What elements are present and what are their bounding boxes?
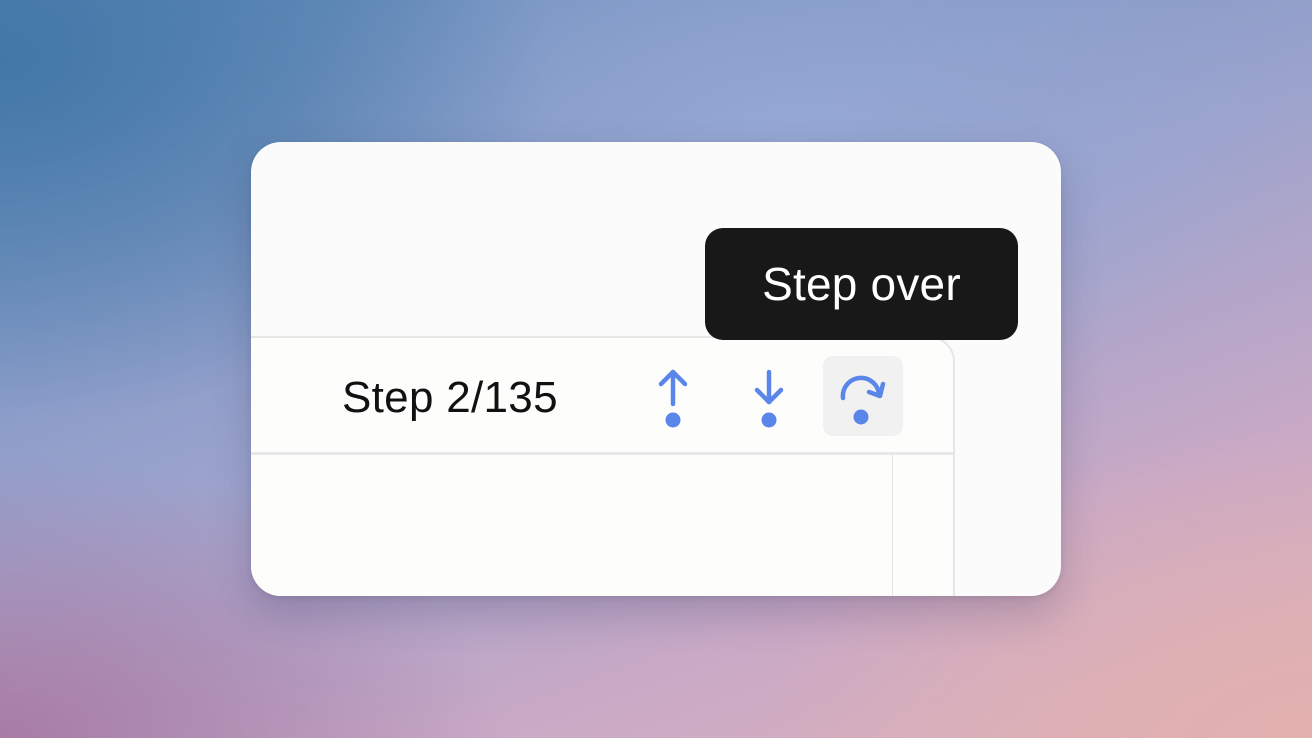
arrow-down-dot-icon	[754, 369, 784, 428]
step-over-button[interactable]	[823, 356, 903, 436]
step-back-button[interactable]	[633, 356, 713, 436]
arrow-up-dot-icon	[658, 369, 688, 428]
content-divider	[892, 455, 893, 596]
step-over-icon	[840, 375, 886, 425]
debugger-card: Step 2/135	[251, 142, 1061, 596]
step-over-tooltip: Step over	[705, 228, 1018, 340]
step-forward-button[interactable]	[729, 356, 809, 436]
step-toolbar: Step 2/135	[251, 338, 953, 455]
step-panel: Step 2/135	[251, 336, 955, 596]
step-counter: Step 2/135	[342, 373, 558, 422]
